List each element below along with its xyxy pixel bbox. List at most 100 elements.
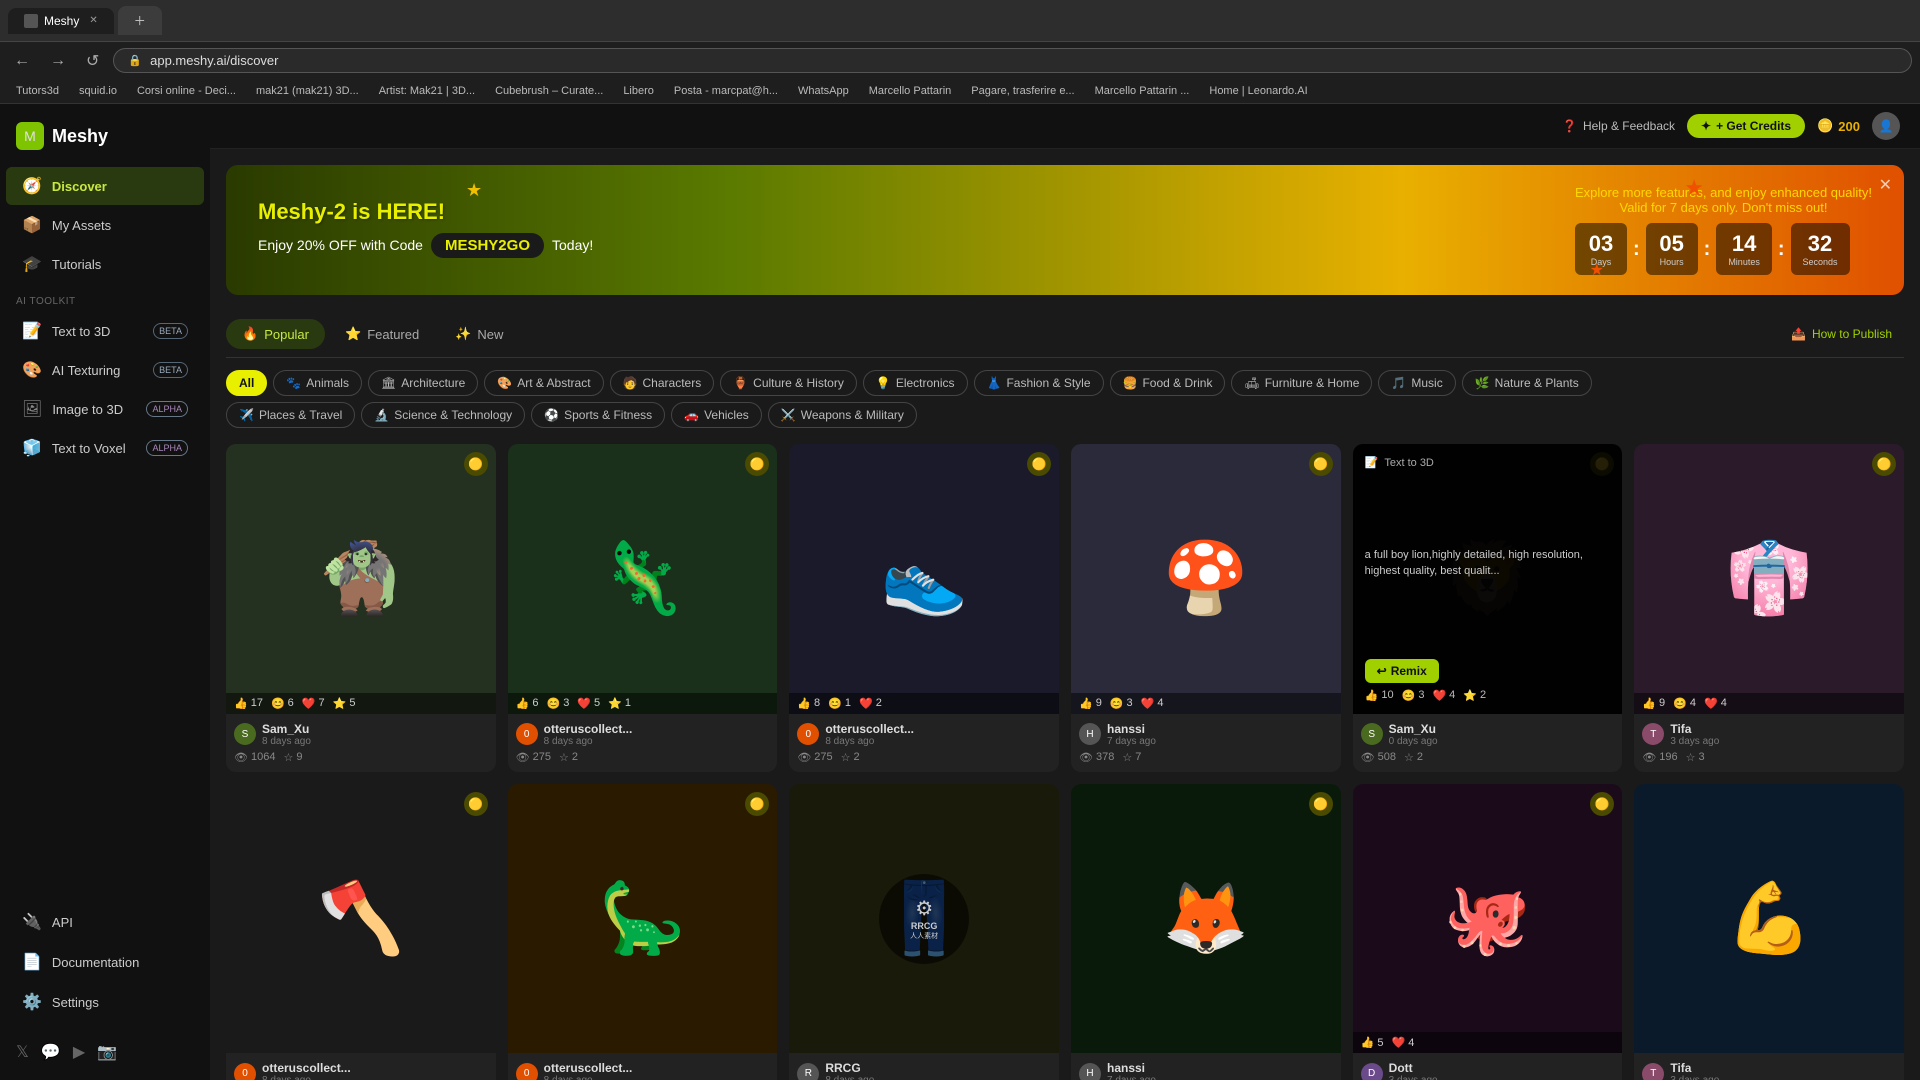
sidebar-item-my-assets[interactable]: 📦 My Assets xyxy=(6,206,204,244)
filter-furniture-home[interactable]: 🛋 Furniture & Home xyxy=(1231,370,1372,396)
how-to-publish-btn[interactable]: 📤 How to Publish xyxy=(1779,321,1904,347)
asset-card-9[interactable]: 👖 ⚙ RRCG 人人素材 R RRCG 8 days ago xyxy=(789,784,1059,1080)
asset-card-6[interactable]: 👘 🟡 👍 9 😊 4 ❤️ 4 T Tifa xyxy=(1634,444,1904,772)
filter-vehicles[interactable]: 🚗 Vehicles xyxy=(671,402,762,428)
asset-card-4[interactable]: 🍄 🟡 👍 9 😊 3 ❤️ 4 H hanssi xyxy=(1071,444,1341,772)
bookmark-1[interactable]: squid.io xyxy=(71,83,125,99)
bookmark-6[interactable]: Libero xyxy=(615,83,662,99)
user-avatar[interactable]: 👤 xyxy=(1872,112,1900,140)
active-tab[interactable]: Meshy ✕ xyxy=(8,8,114,34)
asset-card-5[interactable]: 🦁 🟡 📝 Text to 3D a full boy lion,highly … xyxy=(1353,444,1623,772)
user-time-3: 8 days ago xyxy=(825,736,914,747)
filter-vehicles-label: Vehicles xyxy=(704,408,749,422)
sidebar-item-settings[interactable]: ⚙️ Settings xyxy=(6,983,204,1021)
banner-star-left: ★ xyxy=(466,180,482,201)
asset-card-2[interactable]: 🦎 🟡 👍 6 😊 3 ❤️ 5 ⭐ 1 0 xyxy=(508,444,778,772)
filter-sports-fitness[interactable]: ⚽ Sports & Fitness xyxy=(531,402,665,428)
bookmark-9[interactable]: Marcello Pattarin xyxy=(861,83,960,99)
sidebar-item-documentation[interactable]: 📄 Documentation xyxy=(6,943,204,981)
tab-new[interactable]: ✨ New xyxy=(439,319,519,349)
asset-info-7: 0 otteruscollect... 8 days ago 👁 406 ☆ 2 xyxy=(226,1053,496,1080)
popup-stat-likes: 👍 10 xyxy=(1365,689,1394,702)
tutorials-icon: 🎓 xyxy=(22,254,42,274)
bookmark-7[interactable]: Posta - marcpat@h... xyxy=(666,83,786,99)
asset-image-3: 👟 🟡 👍 8 😊 1 ❤️ 2 xyxy=(789,444,1059,714)
characters-icon: 🧑 xyxy=(623,376,638,390)
bookmark-2[interactable]: Corsi online - Deci... xyxy=(129,83,244,99)
asset-user-6: T Tifa 3 days ago xyxy=(1642,722,1896,747)
asset-card-12[interactable]: 💪 T Tifa 3 days ago 👁 196 ☆ 3 xyxy=(1634,784,1904,1080)
help-feedback-btn[interactable]: ❓ Help & Feedback xyxy=(1562,119,1675,133)
filter-characters[interactable]: 🧑 Characters xyxy=(610,370,715,396)
discord-icon[interactable]: 💬 xyxy=(41,1042,61,1062)
asset-emoji-7: 🪓 xyxy=(317,878,404,960)
filter-food-label: Food & Drink xyxy=(1142,376,1212,390)
filter-nature-plants[interactable]: 🌿 Nature & Plants xyxy=(1462,370,1592,396)
asset-meta-6: 👁 196 ☆ 3 xyxy=(1642,751,1896,764)
places-icon: ✈️ xyxy=(239,408,254,422)
stat-smiles-4: 😊 3 xyxy=(1110,697,1133,710)
stat-likes-2: 👍 6 xyxy=(516,697,539,710)
tab-featured[interactable]: ⭐ Featured xyxy=(329,319,435,349)
remix-btn[interactable]: ↩ Remix xyxy=(1365,659,1439,683)
settings-icon: ⚙️ xyxy=(22,992,42,1012)
filter-music[interactable]: 🎵 Music xyxy=(1378,370,1455,396)
bookmark-10[interactable]: Pagare, trasferire e... xyxy=(963,83,1082,99)
featured-icon: ⭐ xyxy=(345,326,361,342)
asset-card-1[interactable]: 🧌 🟡 👍 17 😊 6 ❤️ 7 ⭐ 5 S xyxy=(226,444,496,772)
asset-card-11[interactable]: 🐙 🟡 👍 5 ❤️ 4 D Dott 3 days ago xyxy=(1353,784,1623,1080)
filter-places-travel[interactable]: ✈️ Places & Travel xyxy=(226,402,355,428)
sidebar-item-text-to-3d[interactable]: 📝 Text to 3D BETA xyxy=(6,312,204,350)
user-avatar-12: T xyxy=(1642,1063,1664,1080)
twitter-icon[interactable]: 𝕏 xyxy=(16,1042,29,1062)
asset-card-3[interactable]: 👟 🟡 👍 8 😊 1 ❤️ 2 0 otteruscollect... xyxy=(789,444,1059,772)
vehicles-icon: 🚗 xyxy=(684,408,699,422)
meta-favs-3: ☆ 2 xyxy=(841,751,860,764)
back-btn[interactable]: ← xyxy=(8,50,36,72)
coin-icon: 🪙 xyxy=(1817,118,1833,134)
filter-fashion-label: Fashion & Style xyxy=(1006,376,1090,390)
forward-btn[interactable]: → xyxy=(44,50,72,72)
tab-close[interactable]: ✕ xyxy=(89,15,97,26)
filter-art-abstract[interactable]: 🎨 Art & Abstract xyxy=(484,370,603,396)
banner-close-btn[interactable]: ✕ xyxy=(1879,175,1892,195)
bookmark-5[interactable]: Cubebrush – Curate... xyxy=(487,83,611,99)
bookmark-4[interactable]: Artist: Mak21 | 3D... xyxy=(371,83,483,99)
tabs-left: 🔥 Popular ⭐ Featured ✨ New xyxy=(226,319,519,349)
asset-badge-3: 🟡 xyxy=(1027,452,1051,476)
get-credits-btn[interactable]: ✦ + Get Credits xyxy=(1687,114,1805,138)
bookmark-0[interactable]: Tutors3d xyxy=(8,83,67,99)
sidebar-item-discover[interactable]: 🧭 Discover xyxy=(6,167,204,205)
sidebar-item-image-to-3d[interactable]: 🖼 Image to 3D ALPHA xyxy=(6,390,204,428)
instagram-icon[interactable]: 📷 xyxy=(97,1042,117,1062)
watermark-9: ⚙ RRCG 人人素材 xyxy=(879,874,969,964)
reload-btn[interactable]: ↺ xyxy=(80,49,105,73)
bookmark-12[interactable]: Home | Leonardo.AI xyxy=(1201,83,1315,99)
countdown-minutes: 14 Minutes xyxy=(1716,223,1772,275)
sidebar-item-ai-texturing[interactable]: 🎨 AI Texturing BETA xyxy=(6,351,204,389)
weapons-icon: ⚔️ xyxy=(781,408,796,422)
sidebar-item-api[interactable]: 🔌 API xyxy=(6,903,204,941)
asset-stats-3: 👍 8 😊 1 ❤️ 2 xyxy=(789,693,1059,714)
sidebar-item-tutorials[interactable]: 🎓 Tutorials xyxy=(6,245,204,283)
bookmark-11[interactable]: Marcello Pattarin ... xyxy=(1087,83,1198,99)
bookmark-3[interactable]: mak21 (mak21) 3D... xyxy=(248,83,367,99)
asset-card-10[interactable]: 🦊 🟡 H hanssi 7 days ago 👁 378 xyxy=(1071,784,1341,1080)
sidebar-item-text-to-voxel[interactable]: 🧊 Text to Voxel ALPHA xyxy=(6,429,204,467)
asset-card-8[interactable]: 🦕 🟡 0 otteruscollect... 8 days ago xyxy=(508,784,778,1080)
address-bar[interactable]: 🔒 app.meshy.ai/discover xyxy=(113,48,1912,73)
filter-culture-history[interactable]: 🏺 Culture & History xyxy=(720,370,857,396)
filter-fashion-style[interactable]: 👗 Fashion & Style xyxy=(974,370,1104,396)
filter-weapons-military[interactable]: ⚔️ Weapons & Military xyxy=(768,402,917,428)
filter-all[interactable]: All xyxy=(226,370,267,396)
filter-science-technology[interactable]: 🔬 Science & Technology xyxy=(361,402,525,428)
filter-electronics[interactable]: 💡 Electronics xyxy=(863,370,968,396)
asset-card-7[interactable]: 🪓 🟡 0 otteruscollect... 8 days ago xyxy=(226,784,496,1080)
filter-food-drink[interactable]: 🍔 Food & Drink xyxy=(1110,370,1226,396)
filter-animals[interactable]: 🐾 Animals xyxy=(273,370,362,396)
new-tab-btn[interactable]: ＋ xyxy=(118,6,162,35)
youtube-icon[interactable]: ▶ xyxy=(73,1042,85,1062)
filter-architecture[interactable]: 🏛 Architecture xyxy=(368,370,478,396)
tab-popular[interactable]: 🔥 Popular xyxy=(226,319,325,349)
bookmark-8[interactable]: WhatsApp xyxy=(790,83,857,99)
